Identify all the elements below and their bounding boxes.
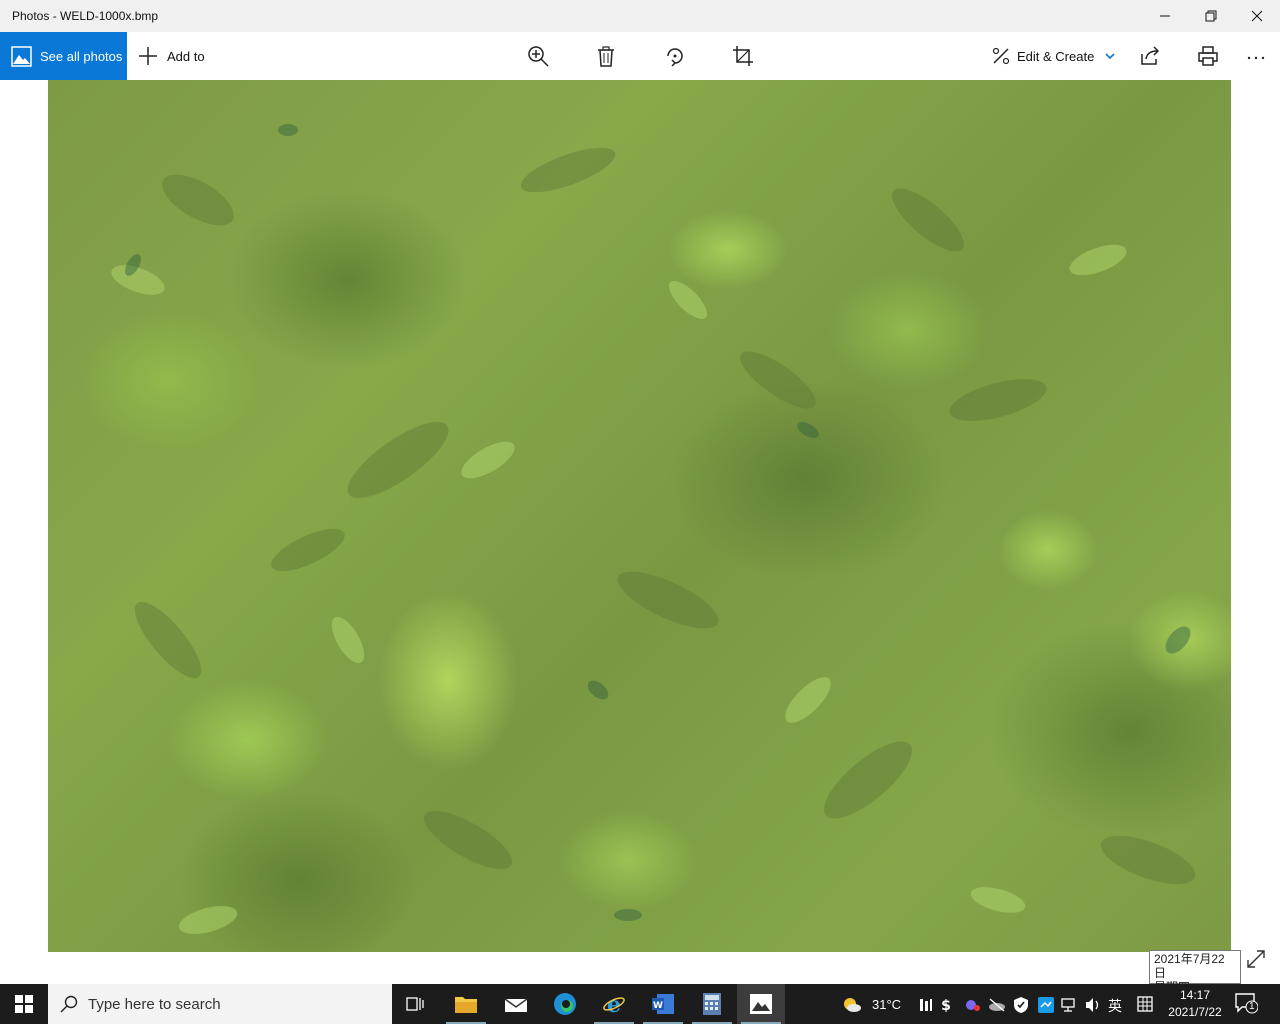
edit-create-button[interactable]: Edit & Create [992,44,1115,68]
photo-micrograph[interactable] [48,80,1231,952]
edit-create-icon [992,47,1010,65]
weather-temperature[interactable]: 31°C [872,997,901,1012]
folder-icon [455,997,477,1013]
more-options-button[interactable] [1244,44,1268,68]
close-icon [1251,10,1263,22]
start-button[interactable] [0,984,48,1024]
tooltip-date: 2021年7月22日 [1154,952,1225,980]
clock-time: 14:17 [1179,988,1211,1002]
edge-app[interactable] [541,984,589,1024]
dollar-icon[interactable]: $ [940,996,952,1014]
security-shield-icon[interactable] [1013,996,1029,1014]
weather-icon[interactable] [842,995,862,1015]
notification-center-button[interactable]: 1 [1234,992,1260,1016]
teams-icon[interactable] [964,996,982,1014]
restore-button[interactable] [1188,0,1234,32]
svg-text:W: W [653,1001,663,1011]
svg-text:$: $ [941,998,951,1014]
title-bar: Photos - WELD-1000x.bmp [0,0,1280,32]
minimize-icon [1160,15,1170,17]
edge-icon [554,993,576,1015]
network-icon[interactable] [1061,997,1079,1013]
delete-button[interactable] [594,44,618,68]
taskbar-clock[interactable]: 14:17 2021/7/22 [1163,984,1227,1024]
search-placeholder: Type here to search [88,995,221,1013]
calculator-app[interactable] [688,984,736,1024]
photos-icon [11,45,32,67]
crop-button[interactable] [731,44,755,68]
share-button[interactable] [1138,44,1162,68]
add-to-label: Add to [167,48,205,64]
sync-app-icon[interactable] [1037,996,1055,1014]
task-view-button[interactable] [392,984,440,1024]
notification-count: 1 [1249,1001,1255,1012]
date-tooltip: 2021年7月22日 星期四 [1149,950,1241,994]
taskbar-search-box[interactable]: Type here to search [48,984,392,1024]
rotate-button[interactable] [663,44,687,68]
onedrive-offline-icon[interactable] [988,997,1006,1013]
edit-create-label: Edit & Create [1017,48,1095,64]
internet-explorer-icon: e [603,992,625,1016]
trash-icon [598,46,614,67]
close-button[interactable] [1234,0,1280,32]
print-button[interactable] [1196,44,1220,68]
minimize-button[interactable] [1142,0,1188,32]
add-to-button[interactable]: Add to [138,46,205,66]
chevron-down-icon [1105,53,1115,60]
internet-explorer-app[interactable]: e [590,984,638,1024]
see-all-photos-button[interactable]: See all photos [0,32,127,80]
window-title: Photos - WELD-1000x.bmp [12,9,159,23]
task-view-icon [406,997,424,1011]
volume-icon[interactable] [1084,996,1102,1014]
zoom-in-icon [528,46,549,67]
mail-app[interactable] [492,984,540,1024]
ellipsis-icon [1247,56,1265,60]
keyboard-layout-icon[interactable] [1137,996,1153,1012]
mail-icon [504,998,528,1012]
input-method-indicator[interactable]: 英 [1108,996,1122,1016]
micrograph-texture [111,124,1196,934]
restore-icon [1205,10,1217,22]
clock-date: 2021/7/22 [1168,1005,1222,1019]
photos-app-icon [750,994,772,1014]
word-icon: W [652,994,674,1014]
photos-app[interactable] [737,984,785,1024]
calculator-icon [703,993,721,1015]
rotate-icon [667,48,683,67]
tray-app-icon[interactable] [918,997,934,1013]
crop-icon [733,46,753,66]
windows-icon [15,995,33,1013]
taskbar: Type here to search e W 31°C $ 英 14:17 2… [0,984,1280,1024]
plus-icon [139,47,157,65]
zoom-button[interactable] [526,44,550,68]
expand-icon[interactable] [1246,949,1266,969]
search-icon [60,995,78,1013]
share-icon [1141,46,1160,65]
word-app[interactable]: W [639,984,687,1024]
svg-text:e: e [607,992,621,1016]
see-all-photos-label: See all photos [40,48,123,64]
printer-icon [1198,46,1218,66]
file-explorer-app[interactable] [442,984,490,1024]
